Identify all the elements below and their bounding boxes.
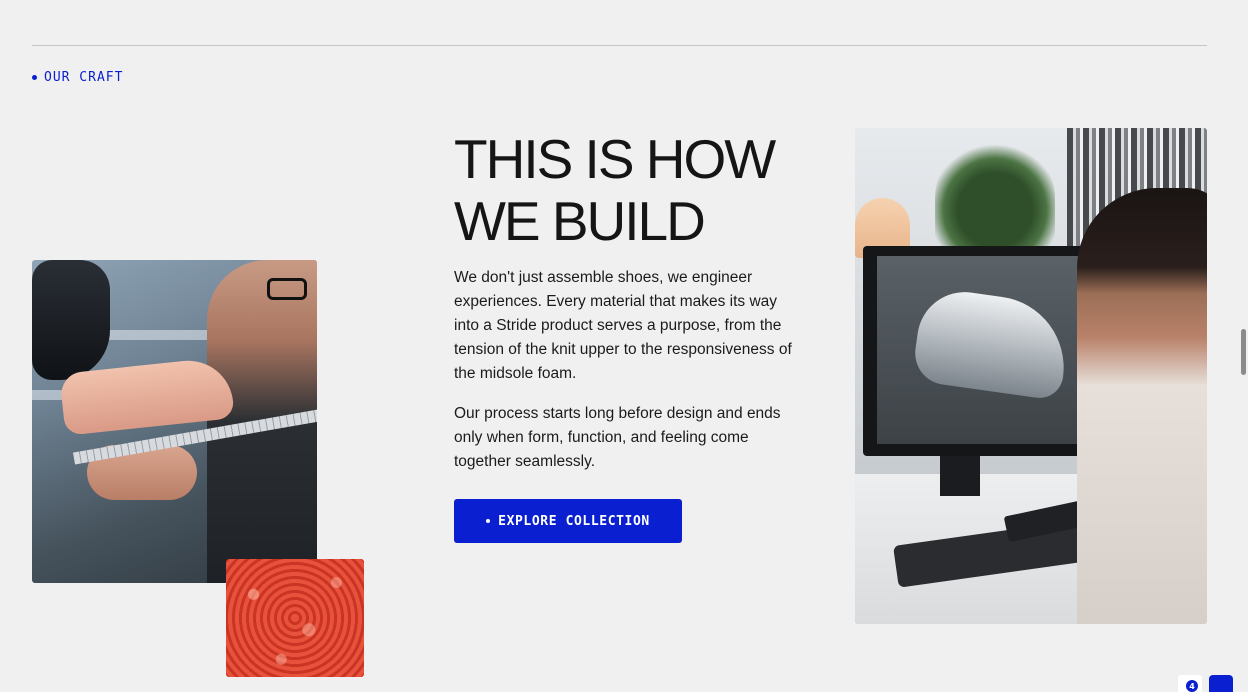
body-paragraph-1: We don't just assemble shoes, we enginee… bbox=[454, 269, 792, 382]
photo-screen bbox=[877, 256, 1095, 444]
bullet-dot-icon bbox=[32, 75, 37, 80]
photo-monitor bbox=[863, 246, 1108, 456]
craftsman-photo bbox=[32, 260, 317, 583]
bullet-dot-icon bbox=[486, 519, 491, 523]
photo-boot bbox=[32, 260, 110, 380]
section-eyebrow: OUR CRAFT bbox=[32, 70, 123, 85]
body-paragraph-2: Our process starts long before design an… bbox=[454, 405, 781, 470]
designer-photo bbox=[855, 128, 1207, 624]
headline-line-1: THIS IS HOW bbox=[454, 128, 776, 190]
explore-collection-button[interactable]: EXPLORE COLLECTION bbox=[454, 499, 682, 543]
top-divider bbox=[32, 45, 1207, 46]
section-headline: THIS IS HOW WE BUILD bbox=[454, 128, 814, 252]
scrollbar-thumb[interactable] bbox=[1241, 329, 1246, 375]
photo-glasses bbox=[267, 278, 307, 300]
photo-designer bbox=[1077, 188, 1207, 624]
photo-plant bbox=[935, 138, 1055, 258]
chat-launcher-button[interactable] bbox=[1209, 675, 1233, 692]
material-texture-photo bbox=[226, 559, 364, 677]
photo-3d-shoe bbox=[911, 286, 1073, 401]
photo-monitor-stand bbox=[940, 456, 980, 496]
eyebrow-label: OUR CRAFT bbox=[44, 70, 124, 85]
cta-label: EXPLORE COLLECTION bbox=[498, 513, 650, 529]
notification-badge[interactable]: 4 bbox=[1186, 680, 1198, 692]
headline-line-2: WE BUILD bbox=[454, 190, 706, 252]
page: OUR CRAFT THIS IS HOW WE BUILD We don't … bbox=[0, 0, 1248, 692]
